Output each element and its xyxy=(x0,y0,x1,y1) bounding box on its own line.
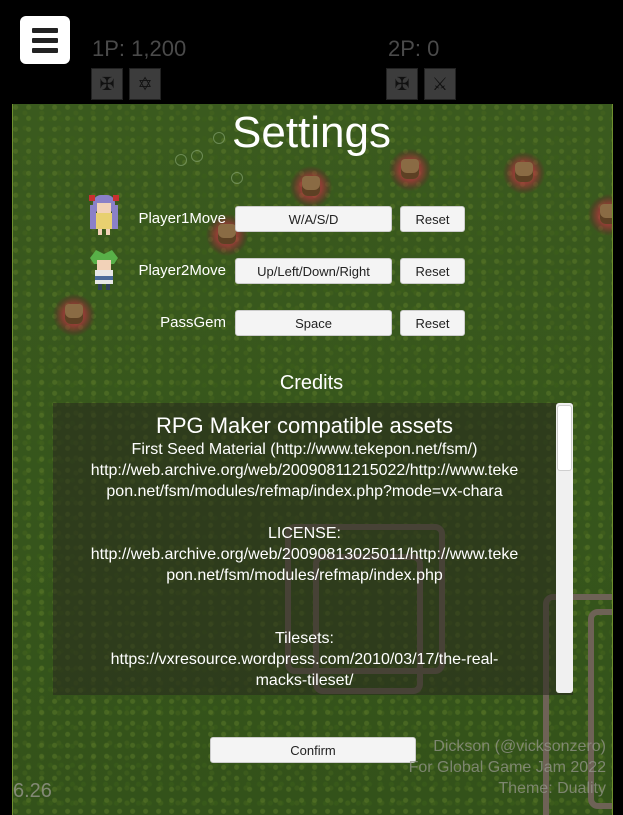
credits-heading: RPG Maker compatible assets xyxy=(155,413,454,438)
menu-button[interactable] xyxy=(20,16,70,64)
credits-title: Credits xyxy=(279,372,344,394)
credits-line: Tilesets: xyxy=(275,630,334,647)
pass-gem-reset-button[interactable]: Reset xyxy=(400,310,465,336)
hamburger-menu-icon xyxy=(32,47,58,53)
enemy-sprite xyxy=(503,152,545,194)
credits-line: http://web.archive.org/web/2009081302501… xyxy=(90,546,519,563)
enemy-sprite xyxy=(290,166,332,208)
sword-icon: ⚔ xyxy=(424,68,456,100)
credits-line: https://vxresource.wordpress.com/2010/03… xyxy=(110,651,499,668)
hamburger-menu-icon xyxy=(32,37,58,43)
player2-move-keybind[interactable]: Up/Left/Down/Right xyxy=(235,258,392,284)
credits-scroll-area[interactable]: RPG Maker compatible assets First Seed M… xyxy=(53,403,573,695)
player1-move-label: Player1Move xyxy=(138,210,226,227)
credits-line: http://web.archive.org/web/2009081121502… xyxy=(90,462,519,479)
player2-move-reset-button[interactable]: Reset xyxy=(400,258,465,284)
background-credit-event: For Global Game Jam 2022 xyxy=(408,759,606,776)
bubble-effect xyxy=(231,172,243,184)
credits-line: pon.net/fsm/modules/refmap/index.php?mod… xyxy=(106,483,503,500)
player1-move-keybind[interactable]: W/A/S/D xyxy=(235,206,392,232)
version-label: 6.26 xyxy=(13,780,52,802)
player2-portrait xyxy=(90,250,118,290)
player2-move-label: Player2Move xyxy=(138,262,226,279)
player2-score: 2P: 0 xyxy=(388,36,440,61)
pass-gem-keybind[interactable]: Space xyxy=(235,310,392,336)
credits-line: LICENSE: xyxy=(268,525,341,542)
player1-score: 1P: 1,200 xyxy=(92,36,187,61)
player1-portrait xyxy=(89,195,119,235)
rifle-icon: ✡ xyxy=(129,68,161,100)
background-credit-author: Dickson (@vicksonzero) xyxy=(433,738,606,755)
pistol-icon: ✠ xyxy=(91,68,123,100)
credits-line: pon.net/fsm/modules/refmap/index.php xyxy=(166,567,443,584)
enemy-sprite xyxy=(53,294,95,336)
credits-content: RPG Maker compatible assets First Seed M… xyxy=(53,413,556,691)
credits-scrollbar[interactable] xyxy=(556,403,573,693)
scrollbar-thumb[interactable] xyxy=(557,405,572,471)
hamburger-menu-icon xyxy=(32,27,58,33)
credits-line: First Seed Material (http://www.tekepon.… xyxy=(131,441,478,458)
rail-track xyxy=(588,609,612,809)
confirm-button[interactable]: Confirm xyxy=(210,737,416,763)
enemy-sprite xyxy=(588,194,612,236)
background-credit-theme: Theme: Duality xyxy=(498,780,606,797)
pass-gem-label: PassGem xyxy=(160,314,226,331)
page-title: Settings xyxy=(232,108,391,157)
player1-move-reset-button[interactable]: Reset xyxy=(400,206,465,232)
credits-line: macks-tileset/ xyxy=(255,672,354,689)
pistol-icon: ✠ xyxy=(386,68,418,100)
